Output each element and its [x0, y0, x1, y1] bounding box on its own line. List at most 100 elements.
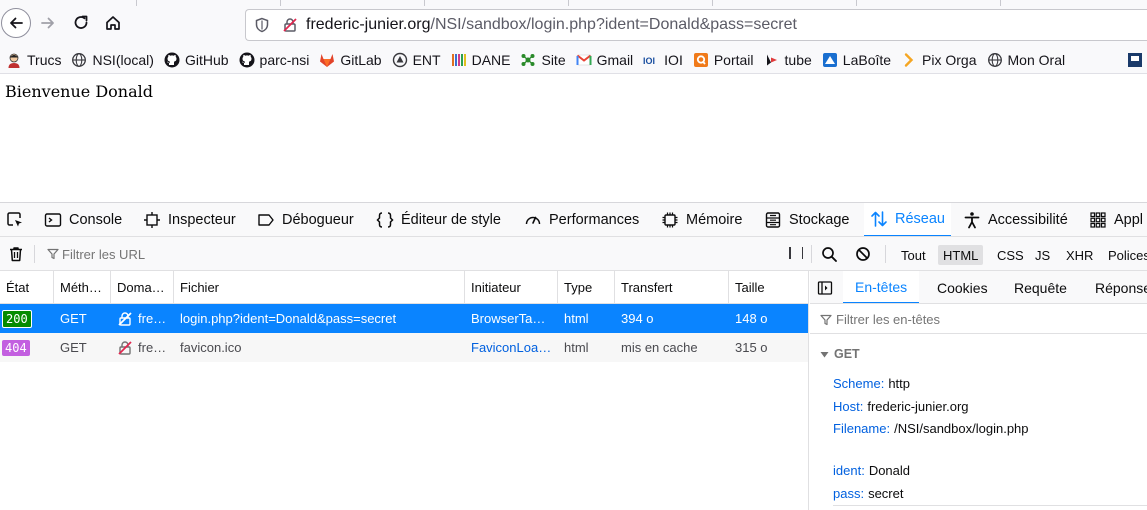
filter-polices[interactable]: Polices: [1103, 245, 1147, 265]
bookmark-label: tube: [784, 51, 812, 68]
cell-method: GET: [60, 340, 87, 355]
header-field-scheme[interactable]: Scheme: http: [833, 376, 910, 391]
header-field-host[interactable]: Host: frederic-junier.org: [833, 399, 969, 414]
column-header-initiateur[interactable]: Initiateur: [465, 271, 558, 304]
insecure-lock-icon[interactable]: [282, 17, 298, 33]
tab-memoire[interactable]: Mémoire: [655, 203, 748, 236]
bookmark-mon-oral[interactable]: Mon Oral: [987, 48, 1066, 72]
bookmark-label: Mon Oral: [1007, 51, 1066, 68]
bookmark-gmail[interactable]: Gmail: [576, 48, 633, 72]
tab-console[interactable]: Console: [38, 203, 128, 236]
globe-icon: [71, 52, 87, 68]
cell-type: html: [564, 311, 589, 326]
tab-label: Mémoire: [686, 212, 743, 228]
cell-status: 200: [0, 304, 54, 333]
bookmark-laboite[interactable]: LaBoîte: [822, 48, 891, 72]
pix-icon: [901, 52, 917, 68]
bookmark-ent[interactable]: ENT: [392, 48, 441, 72]
performance-icon: [524, 211, 542, 229]
console-icon: [44, 211, 62, 229]
tab-label: Réseau: [895, 211, 945, 227]
column-header-type[interactable]: Type: [558, 271, 615, 304]
details-tab-requete[interactable]: Requête: [1002, 271, 1079, 303]
bookmark-pix-orga[interactable]: Pix Orga: [901, 48, 977, 72]
url-text[interactable]: frederic-junier.org/NSI/sandbox/login.ph…: [306, 16, 797, 34]
element-picker-button[interactable]: [3, 209, 27, 231]
filter-xhr[interactable]: XHR: [1061, 245, 1098, 265]
cell-file: favicon.ico: [180, 340, 242, 355]
shield-icon[interactable]: [254, 17, 270, 33]
filter-js[interactable]: JS: [1030, 245, 1055, 265]
reload-button[interactable]: [66, 8, 96, 38]
tab-accessibilite[interactable]: Accessibilité: [957, 203, 1074, 236]
url-path: /NSI/sandbox/login.php?ident=Donald&pass…: [430, 16, 797, 33]
bookmark-tube[interactable]: tube: [764, 48, 812, 72]
url-filter-input[interactable]: [62, 245, 762, 263]
bookmark-github[interactable]: GitHub: [164, 48, 229, 72]
details-tab-cookies[interactable]: Cookies: [925, 271, 1000, 303]
bookmark-parc-nsi[interactable]: parc-nsi: [239, 48, 309, 72]
forward-button[interactable]: [33, 8, 63, 38]
table-row[interactable]: 404 GET fre… favicon.ico FaviconLoa… html mis …: [0, 333, 808, 362]
url-host: frederic-junier.org: [306, 16, 431, 33]
laboite-icon: [822, 52, 838, 68]
pause-button[interactable]: [789, 247, 803, 261]
column-header-transfert[interactable]: Transfert: [615, 271, 729, 304]
tab-editeur-de-style[interactable]: Éditeur de style: [370, 203, 507, 236]
column-header-doma[interactable]: Doma…: [111, 271, 174, 304]
bookmark-overflow-icon[interactable]: [1127, 48, 1143, 72]
details-tab-en-tetes[interactable]: En-têtes: [843, 271, 920, 303]
query-param-ident[interactable]: ident: Donald: [833, 463, 910, 478]
query-param-pass[interactable]: pass: secret: [833, 486, 903, 501]
search-icon[interactable]: [821, 246, 838, 263]
table-row[interactable]: 200 GET fre… login.php?ident=Donald&pass=se…: [0, 304, 808, 333]
tab-reseau[interactable]: Réseau: [864, 203, 951, 236]
toolbar-separator: [811, 245, 812, 263]
initiator-link[interactable]: FaviconLoa…: [471, 340, 551, 355]
cell-domain: fre…: [111, 333, 174, 362]
globe-icon: [987, 52, 1003, 68]
filter-html[interactable]: HTML: [938, 245, 984, 265]
bookmark-trucs[interactable]: Trucs: [6, 48, 61, 72]
back-button[interactable]: [1, 8, 31, 38]
headers-filter-input[interactable]: [836, 310, 1136, 328]
column-header-fichier[interactable]: Fichier: [174, 271, 465, 304]
get-section-toggle[interactable]: GET: [820, 347, 860, 361]
reload-icon: [74, 15, 88, 29]
tab-stockage[interactable]: Stockage: [758, 203, 855, 236]
toolbar-separator: [885, 245, 886, 263]
bookmark-nsi-local[interactable]: NSI(local): [71, 48, 154, 72]
column-header-taille[interactable]: Taille: [729, 271, 809, 304]
home-icon: [106, 16, 120, 30]
bookmark-site[interactable]: Site: [520, 48, 566, 72]
element-picker-icon: [7, 212, 22, 227]
portail-icon: [693, 52, 709, 68]
tab-debogueur[interactable]: Débogueur: [251, 203, 360, 236]
column-header-meth[interactable]: Méth…: [54, 271, 111, 304]
section-divider: [833, 505, 1147, 506]
bookmark-portail[interactable]: Portail: [693, 48, 754, 72]
trash-icon[interactable]: [7, 245, 25, 263]
toggle-panel-icon[interactable]: [817, 280, 833, 296]
insecure-domain-icon: [117, 311, 133, 327]
header-field-filename[interactable]: Filename:/NSI/sandbox/login.php: [833, 421, 1029, 436]
bookmark-dane[interactable]: DANE: [451, 48, 510, 72]
column-header-etat[interactable]: État: [0, 271, 54, 304]
url-bar[interactable]: frederic-junier.org/NSI/sandbox/login.ph…: [245, 9, 1147, 41]
tab-inspecteur[interactable]: Inspecteur: [137, 203, 242, 236]
block-icon[interactable]: [855, 246, 871, 262]
status-badge: 200: [2, 309, 32, 328]
bookmark-gitlab[interactable]: GitLab: [319, 48, 382, 72]
param-key: pass:: [833, 486, 865, 501]
gmail-icon: [576, 52, 592, 68]
headers-filter: [810, 304, 1147, 334]
tab-performances[interactable]: Performances: [518, 203, 645, 236]
tab-appl[interactable]: Appl: [1083, 203, 1147, 236]
style-editor-icon: [376, 211, 394, 229]
filter-css[interactable]: CSS: [992, 245, 1029, 265]
home-button[interactable]: [98, 8, 128, 38]
filter-tout[interactable]: Tout: [896, 245, 931, 265]
bookmark-ioi[interactable]: IOI IOI: [643, 48, 683, 72]
details-tab-reponse[interactable]: Réponse: [1083, 271, 1147, 303]
storage-icon: [764, 211, 782, 229]
